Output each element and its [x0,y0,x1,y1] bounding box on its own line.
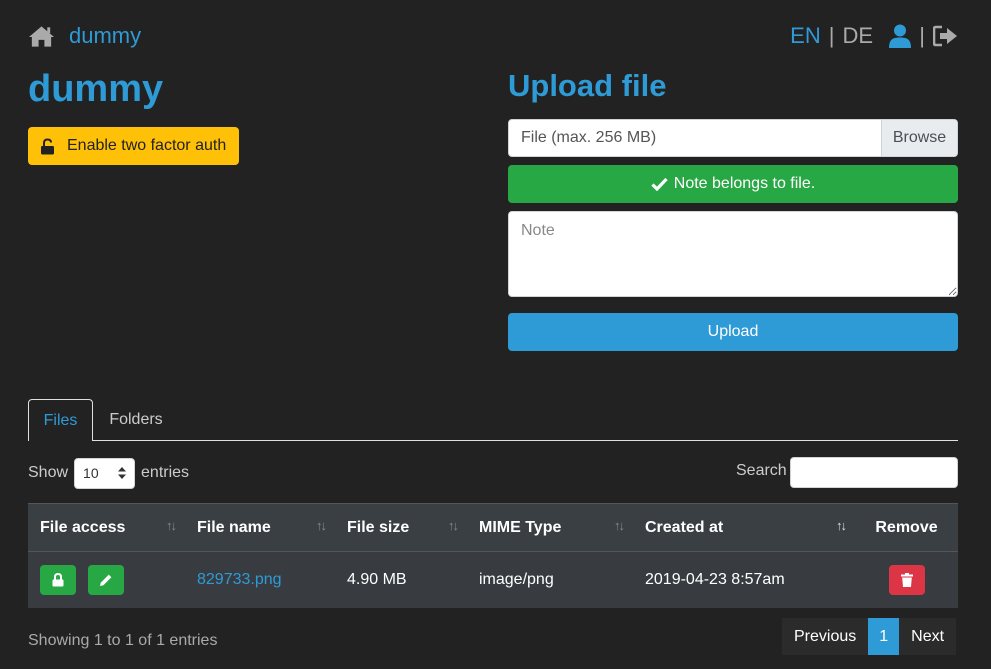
file-picker-label[interactable]: File (max. 256 MB) [509,120,881,156]
lang-de-link[interactable]: DE [842,23,873,49]
table-info: Showing 1 to 1 of 1 entries [28,632,218,649]
column-header-remove: Remove [855,504,958,551]
mime-type-cell: image/png [479,571,554,588]
created-at-cell: 2019-04-23 8:57am [645,571,785,588]
column-label: MIME Type [479,518,562,536]
entries-length-select[interactable]: 10 [74,457,136,489]
column-header-created-at[interactable]: Created at ↑↓ [633,504,855,551]
pagination-previous[interactable]: Previous [782,618,869,655]
user-icon[interactable] [889,24,912,48]
enable-2fa-label: Enable two factor auth [67,137,227,154]
check-icon [651,177,668,191]
upload-title: Upload file [508,68,667,103]
navbar-brand[interactable]: dummy [28,20,141,52]
search-label: Search [736,462,787,479]
sort-icon: ↑↓ [614,518,625,533]
select-arrows-icon [118,467,127,479]
pagination-page-1[interactable]: 1 [868,618,900,655]
delete-button[interactable] [888,565,925,595]
browse-button[interactable]: Browse [881,120,957,156]
table-row: 829733.png 4.90 MB image/png 2019-04-23 … [28,551,958,608]
column-label: Created at [645,518,724,536]
file-access-cell [28,552,185,608]
pencil-icon [100,574,112,586]
sort-icon: ↑↓ [316,518,327,533]
column-header-mime-type[interactable]: MIME Type ↑↓ [467,504,633,551]
column-header-file-name[interactable]: File name ↑↓ [185,504,335,551]
lock-button[interactable] [40,565,76,595]
brand-link[interactable]: dummy [69,23,141,49]
lock-icon [52,573,64,587]
remove-cell [855,552,958,608]
home-icon[interactable] [28,24,55,48]
upload-button[interactable]: Upload [508,313,958,351]
table-header: File access ↑↓ File name ↑↓ File size ↑↓… [28,503,958,551]
tab-folders[interactable]: Folders [94,399,178,441]
column-label: File access [40,518,126,536]
lang-en-link[interactable]: EN [790,23,821,49]
note-textarea[interactable] [508,211,958,297]
column-label: File size [347,518,410,536]
edit-button[interactable] [88,565,124,595]
entries-label: entries [141,464,190,481]
icon-separator: | [919,23,925,48]
entries-length-control: Show 10 entries [28,457,189,489]
lang-separator: | [828,23,835,48]
column-header-file-access[interactable]: File access ↑↓ [28,504,185,551]
column-label: File name [197,518,271,536]
file-picker[interactable]: File (max. 256 MB) Browse [508,119,958,157]
column-label: Remove [875,518,938,536]
file-name-cell: 829733.png [185,552,335,608]
show-label: Show [28,464,69,481]
file-name-link[interactable]: 829733.png [197,571,282,589]
enable-2fa-button[interactable]: Enable two factor auth [28,127,239,165]
unlock-icon [41,137,54,154]
note-status-banner: Note belongs to file. [508,165,958,203]
column-header-file-size[interactable]: File size ↑↓ [335,504,467,551]
trash-icon [900,573,913,587]
logout-icon[interactable] [933,25,959,47]
pagination-next[interactable]: Next [899,618,957,655]
user-menu: | [889,20,959,52]
tab-files[interactable]: Files [28,399,93,441]
entries-length-value: 10 [83,465,99,481]
file-size-cell: 4.90 MB [347,571,407,588]
sort-desc-icon: ↑↓ [836,518,847,533]
sort-icon: ↑↓ [166,518,177,533]
page-title: dummy [28,68,164,110]
language-switcher: EN | DE [790,20,873,52]
note-status-text: Note belongs to file. [673,175,816,192]
sort-icon: ↑↓ [448,518,459,533]
search-input[interactable] [790,457,958,488]
pagination: Previous 1 Next [782,618,957,655]
